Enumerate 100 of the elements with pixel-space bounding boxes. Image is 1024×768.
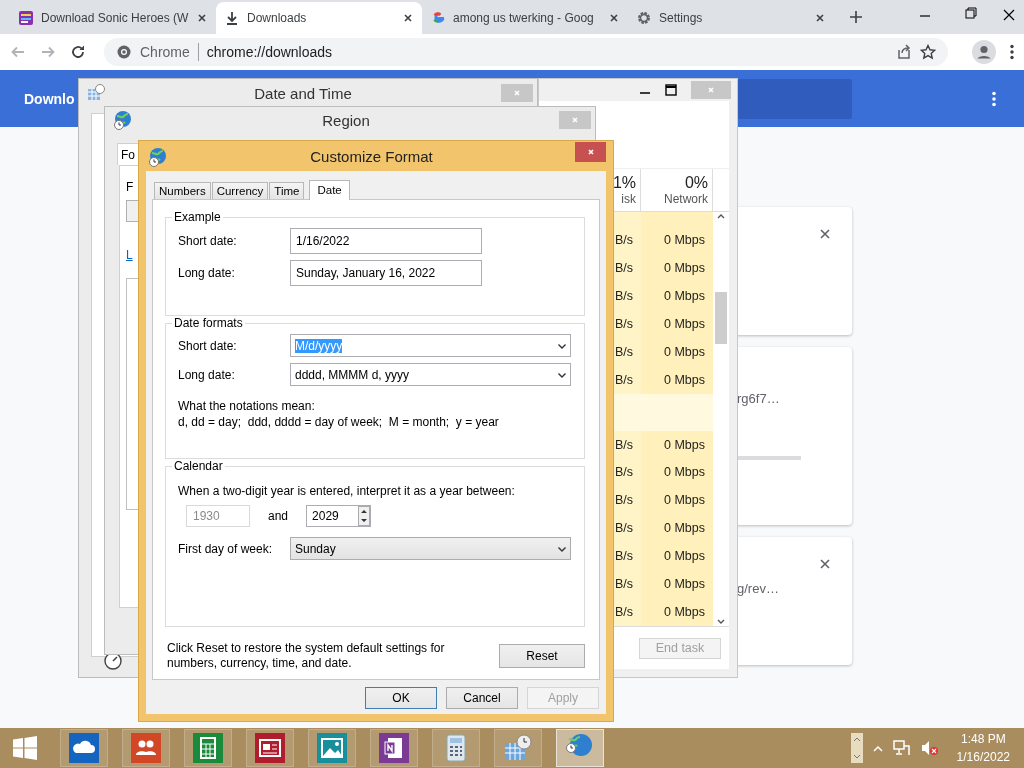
field-label: Short date: — [178, 234, 238, 248]
link[interactable]: L — [126, 248, 133, 262]
tab-title: Settings — [659, 11, 704, 25]
and-label: and — [268, 509, 289, 523]
search-field[interactable] — [738, 78, 852, 119]
chevron-down-icon[interactable] — [716, 618, 726, 626]
clock-time: 1:48 PM — [960, 732, 1006, 746]
file-url[interactable]: g/rev… — [737, 581, 779, 596]
table-cell: B/s — [614, 493, 633, 508]
close-icon — [585, 147, 596, 157]
speaker-muted-icon[interactable] — [920, 740, 939, 756]
close-icon[interactable] — [818, 557, 832, 571]
table-cell: B/s — [614, 260, 633, 275]
table-cell: B/s — [614, 549, 633, 564]
note-title: What the notations mean: — [178, 398, 316, 414]
menu-icon[interactable] — [992, 90, 996, 107]
table-cell: 0 Mbps — [664, 465, 705, 480]
dialog-button[interactable]: Cancel — [446, 687, 518, 709]
field-label: Long date: — [178, 367, 236, 382]
taskbar-app[interactable] — [246, 729, 294, 767]
taskbar-app[interactable] — [60, 729, 108, 767]
address-bar[interactable]: Chrome chrome://downloads — [104, 38, 948, 66]
scroll-arrows-icon[interactable] — [850, 733, 863, 763]
start-icon[interactable] — [12, 736, 38, 760]
calendar-clock-icon — [87, 84, 105, 102]
taskbar-app[interactable] — [122, 729, 170, 767]
window-title: Date and Time — [253, 84, 353, 102]
table-cell: 0 Mbps — [664, 577, 705, 592]
browser-tab[interactable]: Download Sonic Heroes (W — [10, 2, 216, 34]
table-cell: B/s — [614, 232, 633, 247]
table-cell: B/s — [614, 577, 633, 592]
tab-title: Downloads — [247, 11, 308, 25]
close-icon[interactable] — [196, 12, 208, 24]
tab[interactable]: Time — [269, 182, 305, 199]
field-label: Short date: — [178, 338, 238, 353]
newspaper-icon — [255, 733, 285, 763]
new-tab-icon[interactable] — [848, 9, 864, 25]
avatar-icon[interactable] — [972, 40, 996, 64]
globe-clock-icon — [148, 147, 168, 167]
field-label: F — [126, 180, 134, 194]
page-title: Downlo — [24, 90, 75, 107]
scrollbar-thumb[interactable] — [715, 292, 727, 344]
progress-track — [737, 456, 801, 460]
table-cell: 0 Mbps — [664, 232, 705, 247]
dialog-button[interactable]: OK — [365, 687, 437, 709]
field-label: First day of week: — [178, 541, 274, 556]
taskbar-app[interactable] — [184, 729, 232, 767]
dropdown-field[interactable]: dddd, MMMM d, yyyy — [290, 363, 571, 386]
table-cell: 0 Mbps — [664, 605, 705, 620]
close-icon[interactable] — [814, 12, 826, 24]
taskbar-app[interactable] — [432, 729, 480, 767]
window-title: Customize Format — [309, 148, 434, 165]
prompt-text: When a two-digit year is entered, interpret it as a year between: — [178, 483, 516, 499]
menu-icon[interactable] — [1010, 44, 1014, 60]
dropdown-field[interactable]: Sunday — [290, 537, 571, 560]
tab[interactable]: Date — [309, 180, 350, 200]
tab[interactable]: Fo — [117, 143, 139, 165]
column-name: isk — [621, 192, 636, 206]
close-icon[interactable] — [608, 12, 620, 24]
maximize-icon[interactable] — [665, 84, 677, 96]
close-icon[interactable] — [402, 12, 414, 24]
close-icon — [570, 115, 580, 125]
star-icon[interactable] — [920, 44, 936, 60]
cloud-icon — [69, 733, 99, 763]
browser-tab[interactable]: Settings — [628, 2, 834, 34]
close-icon[interactable] — [818, 227, 832, 241]
tab-title: Download Sonic Heroes (W — [41, 11, 189, 25]
browser-tab[interactable]: among us twerking - Goog — [422, 2, 628, 34]
column-percent: 1% — [612, 174, 636, 192]
taskbar-app[interactable] — [308, 729, 356, 767]
table-cell: 0 Mbps — [664, 521, 705, 536]
share-icon[interactable] — [896, 44, 912, 60]
taskbar-app[interactable] — [370, 729, 418, 767]
field-label: Long date: — [178, 266, 236, 280]
clock-date: 1/16/2022 — [956, 750, 1010, 764]
url-text: chrome://downloads — [206, 44, 333, 60]
notebook-icon — [379, 733, 409, 763]
network-icon[interactable] — [892, 740, 911, 756]
table-cell: 0 Mbps — [664, 344, 705, 359]
column-header[interactable]: 0% Network — [641, 169, 713, 211]
table-cell: 0 Mbps — [664, 493, 705, 508]
browser-tab[interactable]: Downloads — [216, 2, 422, 34]
year-spinner[interactable]: 2029 — [306, 505, 372, 527]
group-legend: Example — [172, 210, 223, 224]
reset-button[interactable]: Reset — [499, 644, 585, 668]
window-title: Region — [321, 111, 371, 129]
spin-arrows-icon[interactable] — [358, 506, 371, 526]
scrollbar[interactable] — [713, 212, 729, 626]
table-cell: 0 Mbps — [664, 288, 705, 303]
chevron-up-icon[interactable] — [872, 744, 883, 752]
text-field[interactable]: 1/16/2022 — [290, 228, 482, 254]
taskbar-app[interactable] — [556, 729, 604, 767]
chevron-up-icon[interactable] — [716, 212, 726, 220]
file-url[interactable]: rg6f7… — [737, 391, 780, 406]
reload-icon[interactable] — [70, 44, 86, 60]
table-cell: B/s — [614, 372, 633, 387]
tab[interactable]: Currency — [211, 182, 269, 199]
text-field[interactable]: Sunday, January 16, 2022 — [290, 260, 482, 286]
table-cell: B/s — [614, 465, 633, 480]
tab[interactable]: Numbers — [154, 182, 211, 199]
